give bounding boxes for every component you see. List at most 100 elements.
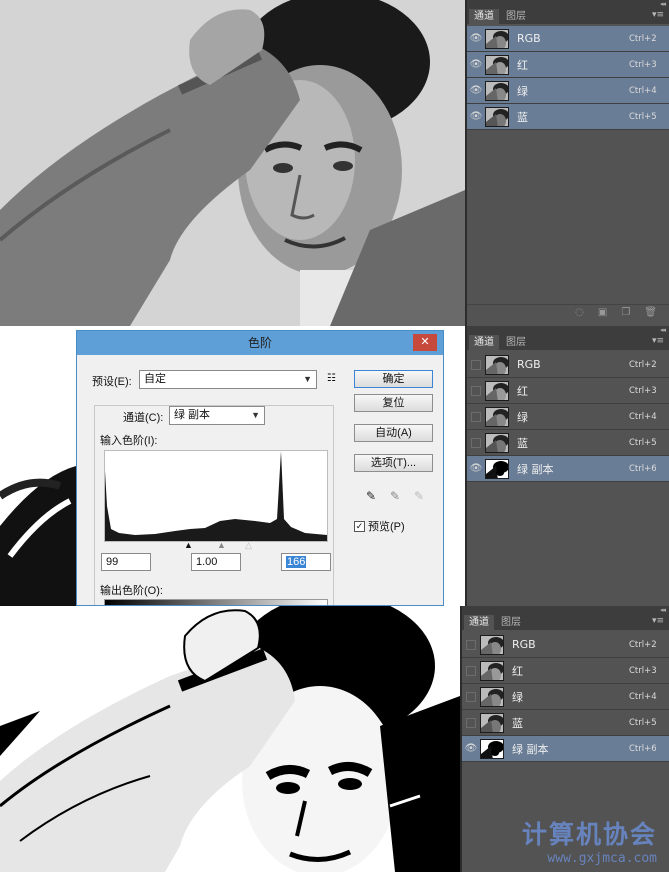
channel-row-green-copy[interactable]: 👁 绿 副本 Ctrl+6 [462,736,669,762]
histogram [104,450,328,542]
visibility-box[interactable] [466,639,476,650]
channel-row-blue[interactable]: 蓝 Ctrl+5 [467,430,669,456]
close-button[interactable]: ✕ [413,334,437,351]
channel-name: 红 [517,384,528,398]
channel-name: 绿 [517,84,528,98]
panel-menu-icon[interactable]: ▾≡ [652,616,664,626]
channel-thumbnail [485,80,509,101]
channel-thumbnail [480,634,504,655]
white-eyedropper-icon[interactable]: ✎ [414,489,424,503]
channel-name: 绿 [517,410,528,424]
channel-name: 绿 [512,690,523,704]
options-button[interactable]: 选项(T)... [354,454,433,472]
tab-layers[interactable]: 图层 [501,335,531,350]
watermark-url: www.gxjmca.com [547,851,657,866]
channel-row-rgb[interactable]: 👁 RGB Ctrl+2 [467,26,669,52]
eye-icon[interactable]: 👁 [467,463,485,474]
visibility-box[interactable] [466,691,476,702]
preset-label: 预设(E): [92,376,132,388]
levels-dialog: 色阶 ✕ 预设(E): 自定 ▼ ☷ 通道(C): 绿 副本 ▼ 输入色阶(I)… [76,330,444,606]
watermark-name: 计算机协会 [521,820,657,849]
channel-row-blue[interactable]: 👁 蓝 Ctrl+5 [467,104,669,130]
channel-name: 绿 副本 [517,462,554,476]
channel-row-green-copy[interactable]: 👁 绿 副本 Ctrl+6 [467,456,669,482]
canvas-photo-high-contrast [0,606,460,872]
canvas-photo-grayscale [0,0,465,326]
channel-thumbnail [485,54,509,75]
channel-row-blue[interactable]: 蓝 Ctrl+5 [462,710,669,736]
panel-menu-icon[interactable]: ▾≡ [652,10,664,20]
channel-thumbnail [485,458,509,479]
panel-collapse-strip[interactable]: ◂◂ [467,326,669,334]
output-gradient-bar [104,599,328,605]
eye-icon[interactable]: 👁 [467,111,485,122]
channel-select[interactable]: 绿 副本 ▼ [169,406,265,425]
visibility-box[interactable] [471,437,481,448]
gray-eyedropper-icon[interactable]: ✎ [390,489,400,503]
channel-row-green[interactable]: 绿 Ctrl+4 [462,684,669,710]
auto-button[interactable]: 自动(A) [354,424,433,442]
tab-channels[interactable]: 通道 [469,335,499,350]
panel-tab-bar: 通道 图层 ▾≡ [462,614,669,630]
chevron-down-icon: ▼ [251,410,260,420]
channel-shortcut: Ctrl+3 [629,385,657,396]
panel-footer: ◌ ▣ ❐ 🗑 [467,304,669,320]
channel-shortcut: Ctrl+4 [629,691,657,702]
panel-menu-icon[interactable]: ▾≡ [652,336,664,346]
visibility-box[interactable] [471,359,481,370]
input-black-field[interactable]: 99 [101,553,151,571]
tab-channels[interactable]: 通道 [469,9,499,24]
panel-collapse-strip[interactable]: ◂◂ [467,0,669,8]
visibility-box[interactable] [466,665,476,676]
gamma-slider[interactable]: ▲ [217,540,226,550]
tab-layers[interactable]: 图层 [496,615,526,630]
channel-shortcut: Ctrl+4 [629,411,657,422]
channel-row-green[interactable]: 绿 Ctrl+4 [467,404,669,430]
tab-layers[interactable]: 图层 [501,9,531,24]
preset-select[interactable]: 自定 ▼ [139,370,317,389]
tab-channels[interactable]: 通道 [464,615,494,630]
panel-collapse-strip[interactable]: ◂◂ [462,606,669,614]
white-point-slider[interactable]: △ [245,540,252,551]
channel-row-rgb[interactable]: RGB Ctrl+2 [467,352,669,378]
eye-icon[interactable]: 👁 [467,33,485,44]
channel-name: 蓝 [517,436,528,450]
channel-name: RGB [512,638,536,651]
watermark-logo: 计算机协会 www.gxjmca.com [522,815,657,866]
channel-shortcut: Ctrl+4 [629,85,657,96]
preset-value: 自定 [144,373,166,385]
eye-icon[interactable]: 👁 [462,743,480,754]
preview-checkbox[interactable]: ✓ 预览(P) [354,518,405,534]
channel-name: 蓝 [517,110,528,124]
eye-icon[interactable]: 👁 [467,59,485,70]
dotted-circle-icon[interactable]: ◌ [575,307,584,318]
channel-thumbnail [485,406,509,427]
ok-button[interactable]: 确定 [354,370,433,388]
channel-row-green[interactable]: 👁 绿 Ctrl+4 [467,78,669,104]
dialog-titlebar[interactable]: 色阶 ✕ [77,331,443,355]
channel-row-red[interactable]: 红 Ctrl+3 [467,378,669,404]
channel-row-red[interactable]: 红 Ctrl+3 [462,658,669,684]
trash-icon[interactable]: 🗑 [644,307,657,318]
visibility-box[interactable] [471,411,481,422]
input-gamma-field[interactable]: 1.00 [191,553,241,571]
channel-row-red[interactable]: 👁 红 Ctrl+3 [467,52,669,78]
black-eyedropper-icon[interactable]: ✎ [366,489,376,503]
black-point-slider[interactable]: ▲ [184,540,193,550]
channel-row-rgb[interactable]: RGB Ctrl+2 [462,632,669,658]
eye-icon[interactable]: 👁 [467,85,485,96]
channel-shortcut: Ctrl+3 [629,665,657,676]
reset-button[interactable]: 复位 [354,394,433,412]
visibility-box[interactable] [471,385,481,396]
channel-thumbnail [480,712,504,733]
visibility-box[interactable] [466,717,476,728]
mask-icon[interactable]: ▣ [598,307,607,318]
channel-shortcut: Ctrl+2 [629,33,657,44]
input-white-field[interactable]: 166 [281,553,331,571]
new-channel-icon[interactable]: ❐ [621,307,630,318]
channel-shortcut: Ctrl+2 [629,639,657,650]
channel-thumbnail [485,380,509,401]
channel-name: 红 [512,664,523,678]
channel-value: 绿 副本 [174,409,211,421]
preset-options-icon[interactable]: ☷ [327,373,336,384]
